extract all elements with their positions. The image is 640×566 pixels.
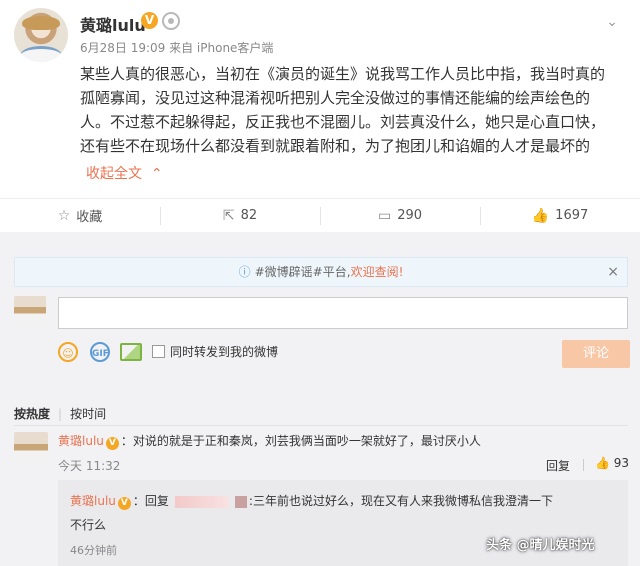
chevron-down-icon[interactable]: ⌄ [606, 14, 618, 30]
collapse-button[interactable]: 收起全文 ⌃ [86, 163, 163, 183]
verified-badge-icon: V [105, 437, 119, 450]
sub-reply-text-continued: 不行么 [70, 518, 107, 532]
comment-reply-button[interactable]: 回复 [546, 457, 570, 474]
post-line: 孤陋寡闻，没见过这种混淆视听把别人完全没做过的事情还能编的绘声绘色的 [80, 89, 591, 107]
sub-reply-body: 黄璐lulu V ：回复 :三年前也说过好么，现在又有人来我微博私信我澄清一下 [70, 492, 553, 510]
blurred-avatar [234, 495, 247, 508]
avatar-shirt [20, 46, 62, 62]
sub-reply-username[interactable]: 黄璐lulu [70, 494, 116, 508]
thumb-up-icon: 👍 [595, 456, 610, 470]
star-icon: ☆ [57, 207, 71, 224]
favorite-label: 收藏 [76, 210, 103, 225]
comment-section: ⓘ #微博辟谣#平台,欢迎查阅! × ☺ GIF 同时转发到我的微博 评论 按热度… [0, 232, 640, 566]
comment-time: 今天 11:32 [58, 459, 121, 473]
repost-count: 82 [240, 208, 258, 223]
comment-icon: ▭ [377, 207, 392, 224]
gif-icon[interactable]: GIF [90, 342, 110, 362]
thumb-up-icon: 👍 [531, 207, 550, 224]
info-icon: ⓘ [238, 265, 251, 279]
avatar-hat [22, 16, 60, 30]
notice-link[interactable]: 欢迎查阅! [351, 265, 404, 279]
rumor-notice-banner: ⓘ #微博辟谣#平台,欢迎查阅! × [14, 257, 628, 287]
chevron-up-icon: ⌃ [146, 166, 163, 182]
comment-action-divider [583, 459, 584, 471]
comment-username[interactable]: 黄璐lulu [58, 434, 104, 448]
comment-text: ：对说的就是于正和秦岚，刘芸我俩当面吵一架就好了，最讨厌小人 [120, 434, 481, 448]
repost-checkbox[interactable] [152, 345, 165, 358]
comment-input[interactable] [58, 297, 628, 329]
comment-button[interactable]: ▭ 290 [320, 199, 480, 232]
sort-tabs: 按热度 | 按时间 [14, 405, 106, 422]
favorite-button[interactable]: ☆ 收藏 [0, 199, 160, 232]
post-content: 某些人真的很恶心，当初在《演员的诞生》说我骂工作人员比中指，我当时真的 孤陋寡闻… [80, 62, 628, 158]
repost-button[interactable]: ⇱ 82 [160, 199, 320, 232]
weibo-post: 黄璐lulu V ⌄ 6月28日 19:09 来自 iPhone客户端 某些人真… [0, 0, 640, 198]
blurred-username [174, 495, 229, 508]
post-meta: 6月28日 19:09 来自 iPhone客户端 [80, 41, 274, 55]
sort-by-time-tab[interactable]: 按时间 [70, 407, 106, 421]
sort-divider: | [58, 407, 63, 421]
comment-body: 黄璐lulu V ：对说的就是于正和秦岚，刘芸我俩当面吵一架就好了，最讨厌小人 [58, 432, 481, 450]
user-avatar[interactable] [14, 8, 68, 62]
repost-checkbox-label: 同时转发到我的微博 [170, 345, 279, 359]
post-line: 人。不过惹不起躲得起，反正我也不混圈儿。刘芸真没什么，她只是心直口快， [80, 113, 606, 131]
post-line: 某些人真的很恶心，当初在《演员的诞生》说我骂工作人员比中指，我当时真的 [80, 65, 606, 83]
verified-badge-icon: V [117, 497, 131, 510]
close-icon[interactable]: × [607, 258, 619, 286]
like-button[interactable]: 👍 1697 [480, 199, 640, 232]
submit-comment-button[interactable]: 评论 [562, 340, 630, 368]
watermark: 头条 @晴儿娱时光 [486, 538, 595, 553]
verified-badge-icon: V [141, 12, 158, 29]
comment-count: 290 [397, 208, 423, 223]
notice-text: #微博辟谣#平台, [254, 265, 351, 279]
collapse-label: 收起全文 [86, 166, 142, 182]
like-count: 1697 [555, 208, 589, 223]
sort-by-hot-tab[interactable]: 按热度 [14, 407, 50, 421]
emoji-icon[interactable]: ☺ [58, 342, 78, 362]
sub-reply-time: 46分钟前 [70, 544, 117, 557]
post-username[interactable]: 黄璐lulu [80, 12, 146, 36]
post-line: 还有些不在现场什么都没看到就跟着附和，为了抱团儿和谄媚的人才是最坏的 [80, 137, 591, 155]
composer-avatar [14, 296, 46, 328]
comment-like-button[interactable]: 👍 93 [595, 456, 629, 470]
sub-reply: 黄璐lulu V ：回复 :三年前也说过好么，现在又有人来我微博私信我澄清一下 不行么… [58, 480, 628, 566]
sub-reply-prefix: ：回复 [132, 494, 169, 508]
comment-like-count: 93 [613, 456, 630, 470]
image-icon[interactable] [120, 343, 142, 361]
share-icon: ⇱ [222, 207, 235, 224]
divider [14, 425, 628, 426]
comment-avatar[interactable] [14, 432, 48, 466]
action-bar: ☆ 收藏 ⇱ 82 ▭ 290 👍 1697 [0, 198, 640, 232]
sub-reply-text: :三年前也说过好么，现在又有人来我微博私信我澄清一下 [248, 494, 553, 508]
medal-icon [162, 12, 180, 30]
